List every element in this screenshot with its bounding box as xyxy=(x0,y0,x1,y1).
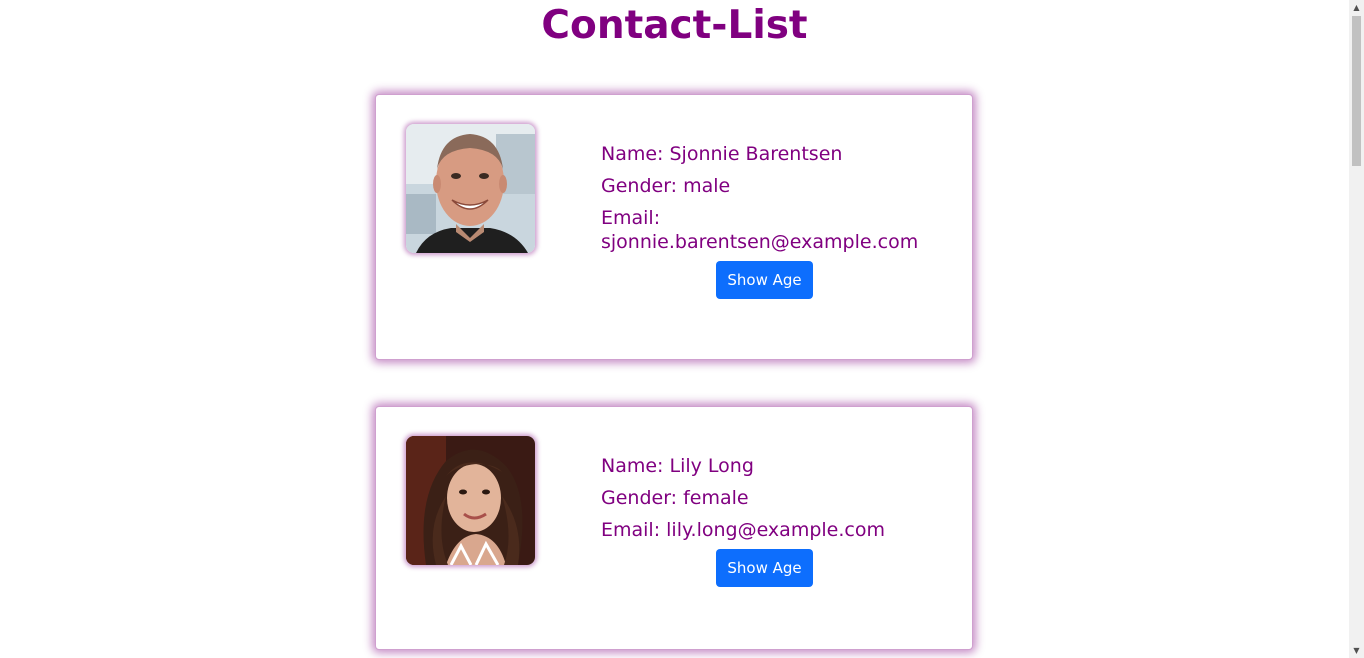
page-title: Contact-List xyxy=(541,3,808,48)
contact-email-label: Email: xyxy=(601,207,661,229)
contact-email: Email: lily.long@example.com xyxy=(601,519,885,541)
contact-gender: Gender: female xyxy=(601,487,749,509)
contact-email: Email: sjonnie.barentsen@example.com xyxy=(601,206,921,254)
scroll-down-arrow-icon[interactable]: ▼ xyxy=(1349,643,1364,658)
contact-info: Name: Lily Long Gender: female Email: li… xyxy=(601,454,921,550)
contact-name: Name: Lily Long xyxy=(601,455,754,477)
scroll-up-arrow-icon[interactable]: ▲ xyxy=(1349,0,1364,15)
contact-name: Name: Sjonnie Barentsen xyxy=(601,143,843,165)
page: Contact-List Name: Sjonnie Barentsen Gen… xyxy=(0,0,1349,658)
contact-gender: Gender: male xyxy=(601,175,731,197)
contact-card: Name: Sjonnie Barentsen Gender: male Ema… xyxy=(375,94,973,360)
contact-info: Name: Sjonnie Barentsen Gender: male Ema… xyxy=(601,142,921,262)
man-portrait-image xyxy=(406,124,535,253)
vertical-scrollbar[interactable]: ▲ ▼ xyxy=(1349,0,1364,658)
contact-card: Name: Lily Long Gender: female Email: li… xyxy=(375,406,973,650)
woman-portrait-image xyxy=(406,436,535,565)
contact-photo xyxy=(406,124,535,253)
contact-photo xyxy=(406,436,535,565)
contact-email-value: sjonnie.barentsen@example.com xyxy=(601,231,919,253)
show-age-button[interactable]: Show Age xyxy=(716,549,813,587)
scroll-thumb[interactable] xyxy=(1352,16,1361,166)
show-age-button[interactable]: Show Age xyxy=(716,261,813,299)
